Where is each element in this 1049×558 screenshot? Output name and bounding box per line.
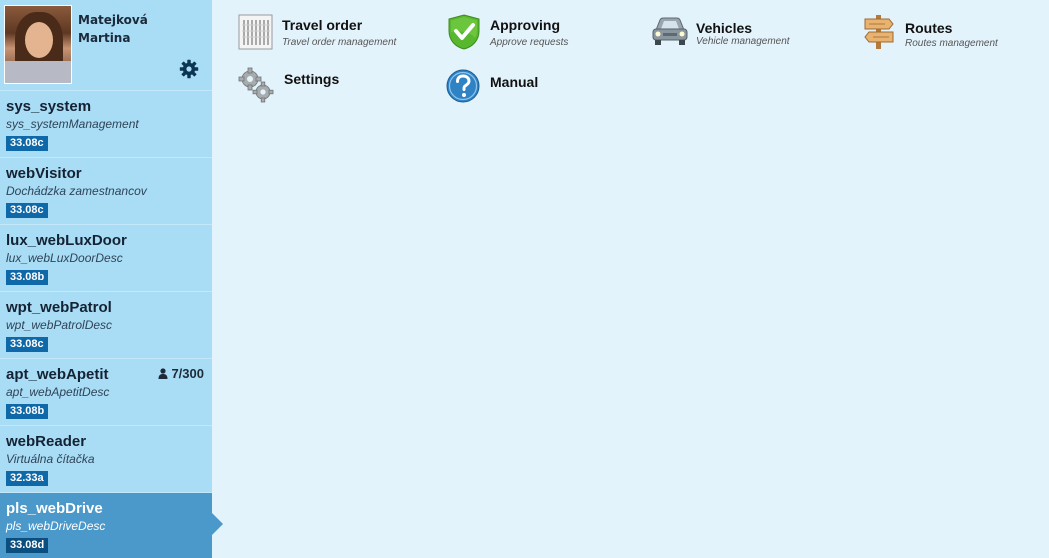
gear-icon[interactable] <box>179 59 199 79</box>
app-desc: Virtuálna čítačka <box>6 452 95 466</box>
tile-travel-order[interactable]: Travel order Travel order management <box>238 14 418 54</box>
version-badge: 33.08c <box>6 136 48 151</box>
app-item-apt-webapetit[interactable]: apt_webApetit apt_webApetitDesc 33.08b 7… <box>0 359 212 426</box>
user-name: Matejková Martina <box>78 11 148 47</box>
app-name: lux_webLuxDoor <box>6 232 127 249</box>
app-item-sys-system[interactable]: sys_system sys_systemManagement 33.08c <box>0 91 212 158</box>
tile-settings[interactable]: Settings <box>238 67 388 105</box>
active-indicator <box>212 513 223 535</box>
tile-subtitle: Vehicle management <box>696 36 790 47</box>
tile-vehicles[interactable]: Vehicles Vehicle management <box>652 14 832 54</box>
person-icon <box>158 368 168 379</box>
avatar <box>4 5 72 84</box>
app-item-pls-webdrive[interactable]: pls_webDrive pls_webDriveDesc 33.08d <box>0 493 212 558</box>
tile-manual[interactable]: Manual <box>446 68 596 106</box>
version-badge: 33.08c <box>6 337 48 352</box>
version-badge: 33.08b <box>6 404 49 419</box>
tile-title: Manual <box>490 74 539 90</box>
app-name: wpt_webPatrol <box>6 299 112 316</box>
app-desc: Dochádzka zamestnancov <box>6 184 147 198</box>
version-badge: 33.08c <box>6 203 48 218</box>
signpost-icon <box>864 15 894 49</box>
app-item-wpt-webpatrol[interactable]: wpt_webPatrol wpt_webPatrolDesc 33.08c <box>0 292 212 359</box>
shield-check-icon <box>448 14 480 50</box>
app-name: pls_webDrive <box>6 500 103 517</box>
tile-approving[interactable]: Approving Approve requests <box>446 14 626 54</box>
user-count: 7/300 <box>158 366 204 381</box>
app-desc: apt_webApetitDesc <box>6 385 110 399</box>
tile-routes[interactable]: Routes Routes management <box>861 14 1041 54</box>
app-desc: sys_systemManagement <box>6 117 139 131</box>
user-count-value: 7/300 <box>171 366 204 381</box>
app-desc: wpt_webPatrolDesc <box>6 318 113 332</box>
tile-subtitle: Approve requests <box>490 37 569 48</box>
user-last-name: Matejková <box>78 13 148 27</box>
tile-subtitle: Routes management <box>905 38 998 49</box>
app-desc: lux_webLuxDoorDesc <box>6 251 123 265</box>
version-badge: 32.33a <box>6 471 48 486</box>
tile-subtitle: Travel order management <box>282 37 397 48</box>
tile-title: Settings <box>284 71 340 87</box>
user-panel: Matejková Martina <box>0 0 212 91</box>
tile-title: Approving <box>490 17 560 33</box>
document-list-icon <box>238 14 273 50</box>
car-icon <box>652 17 688 45</box>
app-item-webreader[interactable]: webReader Virtuálna čítačka 32.33a <box>0 426 212 493</box>
tile-title: Routes <box>905 20 953 36</box>
app-name: webVisitor <box>6 165 82 182</box>
app-item-webvisitor[interactable]: webVisitor Dochádzka zamestnancov 33.08c <box>0 158 212 225</box>
tile-title: Vehicles <box>696 20 753 36</box>
app-item-lux-webluxdoor[interactable]: lux_webLuxDoor lux_webLuxDoorDesc 33.08b <box>0 225 212 292</box>
app-name: sys_system <box>6 98 92 115</box>
tile-title: Travel order <box>282 17 363 33</box>
version-badge: 33.08b <box>6 270 49 285</box>
version-badge: 33.08d <box>6 538 49 553</box>
help-icon <box>446 69 480 103</box>
app-name: webReader <box>6 433 87 450</box>
app-desc: pls_webDriveDesc <box>6 519 106 533</box>
gears-icon <box>238 67 274 103</box>
user-first-name: Martina <box>78 31 131 45</box>
sidebar: Matejková Martina sys_system sys_systemM… <box>0 0 212 558</box>
